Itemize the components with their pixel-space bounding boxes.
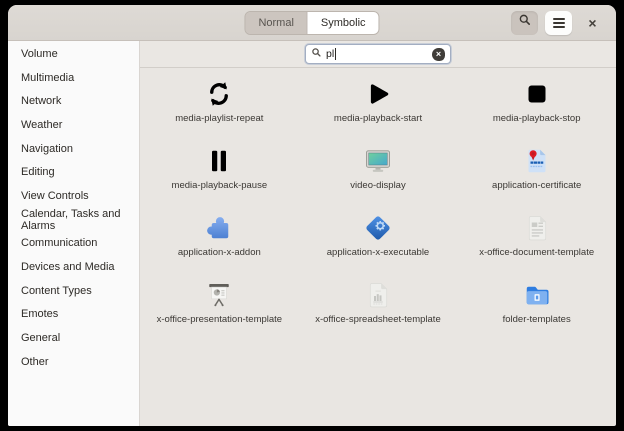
search-icon bbox=[518, 13, 532, 32]
icon-label: media-playback-start bbox=[334, 113, 422, 124]
header-actions: × bbox=[511, 11, 616, 35]
search-value: pl bbox=[326, 48, 334, 60]
search-toggle-button[interactable] bbox=[511, 11, 538, 35]
tab-normal[interactable]: Normal bbox=[245, 12, 306, 34]
icon-label: application-x-addon bbox=[178, 247, 261, 258]
search-icon bbox=[311, 45, 322, 63]
icon-cell-video-display[interactable]: video-display bbox=[299, 144, 458, 211]
icon-label: x-office-spreadsheet-template bbox=[315, 314, 441, 325]
icon-label: media-playback-stop bbox=[493, 113, 581, 124]
close-icon: × bbox=[588, 16, 596, 30]
x-office-presentation-template-icon bbox=[202, 278, 236, 312]
sidebar-item-other[interactable]: Other bbox=[8, 350, 139, 374]
icon-cell-application-x-executable[interactable]: application-x-executable bbox=[299, 211, 458, 278]
x-office-spreadsheet-template-icon bbox=[361, 278, 395, 312]
icon-cell-media-playback-pause[interactable]: media-playback-pause bbox=[140, 144, 299, 211]
icon-label: media-playlist-repeat bbox=[175, 113, 263, 124]
sidebar-item-content-types[interactable]: Content Types bbox=[8, 279, 139, 303]
sidebar-item-devices-and-media[interactable]: Devices and Media bbox=[8, 255, 139, 279]
icon-grid: media-playlist-repeat media-playback-sta… bbox=[140, 68, 616, 426]
media-playback-start-icon bbox=[361, 77, 395, 111]
app-window: Normal Symbolic × VolumeMultimediaNetwor… bbox=[8, 5, 616, 426]
icon-label: video-display bbox=[350, 180, 405, 191]
icon-cell-application-x-addon[interactable]: application-x-addon bbox=[140, 211, 299, 278]
sidebar-item-network[interactable]: Network bbox=[8, 89, 139, 113]
media-playback-pause-icon bbox=[202, 144, 236, 178]
icon-label: x-office-document-template bbox=[479, 247, 594, 258]
folder-templates-icon bbox=[520, 278, 554, 312]
application-certificate-icon bbox=[520, 144, 554, 178]
application-x-executable-icon bbox=[361, 211, 395, 245]
search-bar: pl × bbox=[140, 41, 616, 68]
window-body: VolumeMultimediaNetworkWeatherNavigation… bbox=[8, 41, 616, 426]
clear-search-icon[interactable]: × bbox=[432, 48, 445, 61]
icon-cell-x-office-presentation-template[interactable]: x-office-presentation-template bbox=[140, 278, 299, 345]
main-content: pl × media-playlist-repeat media-playbac… bbox=[140, 41, 616, 426]
icon-label: x-office-presentation-template bbox=[157, 314, 283, 325]
icon-label: application-x-executable bbox=[327, 247, 429, 258]
x-office-document-template-icon bbox=[520, 211, 554, 245]
sidebar-item-general[interactable]: General bbox=[8, 326, 139, 350]
icon-cell-x-office-spreadsheet-template[interactable]: x-office-spreadsheet-template bbox=[299, 278, 458, 345]
text-caret bbox=[335, 48, 336, 60]
sidebar-item-view-controls[interactable]: View Controls bbox=[8, 184, 139, 208]
sidebar-item-communication[interactable]: Communication bbox=[8, 232, 139, 256]
media-playback-stop-icon bbox=[520, 77, 554, 111]
icon-cell-media-playback-start[interactable]: media-playback-start bbox=[299, 77, 458, 144]
close-button[interactable]: × bbox=[579, 11, 606, 35]
sidebar-item-multimedia[interactable]: Multimedia bbox=[8, 66, 139, 90]
icon-cell-media-playback-stop[interactable]: media-playback-stop bbox=[457, 77, 616, 144]
sidebar-item-navigation[interactable]: Navigation bbox=[8, 137, 139, 161]
media-playlist-repeat-icon bbox=[202, 77, 236, 111]
application-x-addon-icon bbox=[202, 211, 236, 245]
video-display-icon bbox=[361, 144, 395, 178]
hamburger-icon bbox=[553, 22, 565, 24]
icon-label: application-certificate bbox=[492, 180, 581, 191]
menu-button[interactable] bbox=[545, 11, 572, 35]
icon-cell-folder-templates[interactable]: folder-templates bbox=[457, 278, 616, 345]
view-switcher: Normal Symbolic bbox=[244, 11, 379, 35]
sidebar-item-weather[interactable]: Weather bbox=[8, 113, 139, 137]
icon-cell-application-certificate[interactable]: application-certificate bbox=[457, 144, 616, 211]
sidebar-item-editing[interactable]: Editing bbox=[8, 160, 139, 184]
sidebar-item-emotes[interactable]: Emotes bbox=[8, 303, 139, 327]
icon-label: media-playback-pause bbox=[172, 180, 268, 191]
sidebar-item-volume[interactable]: Volume bbox=[8, 42, 139, 66]
icon-cell-x-office-document-template[interactable]: x-office-document-template bbox=[457, 211, 616, 278]
sidebar: VolumeMultimediaNetworkWeatherNavigation… bbox=[8, 41, 140, 426]
search-input[interactable]: pl × bbox=[305, 44, 451, 64]
header-bar: Normal Symbolic × bbox=[8, 5, 616, 41]
icon-cell-media-playlist-repeat[interactable]: media-playlist-repeat bbox=[140, 77, 299, 144]
icon-label: folder-templates bbox=[503, 314, 571, 325]
sidebar-item-calendar-tasks-and-alarms[interactable]: Calendar, Tasks and Alarms bbox=[8, 208, 139, 232]
tab-symbolic[interactable]: Symbolic bbox=[307, 12, 379, 34]
